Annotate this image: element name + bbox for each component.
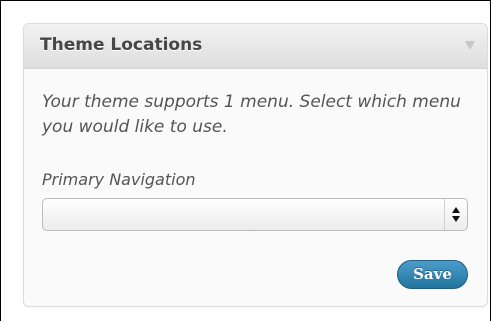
save-button[interactable]: Save (397, 260, 468, 289)
chevron-down-icon (452, 216, 460, 222)
panel-title: Theme Locations (40, 35, 203, 55)
primary-navigation-select[interactable] (42, 198, 468, 231)
primary-navigation-label: Primary Navigation (42, 170, 196, 189)
collapse-arrow-icon[interactable] (465, 41, 475, 50)
panel-description: Your theme supports 1 menu. Select which… (42, 92, 461, 137)
updown-chevron-icon (444, 199, 467, 230)
window-frame: Theme Locations Your theme supports 1 me… (0, 0, 491, 321)
chevron-up-icon (452, 207, 460, 213)
theme-locations-panel: Theme Locations Your theme supports 1 me… (23, 23, 488, 307)
panel-header[interactable]: Theme Locations (24, 24, 487, 69)
